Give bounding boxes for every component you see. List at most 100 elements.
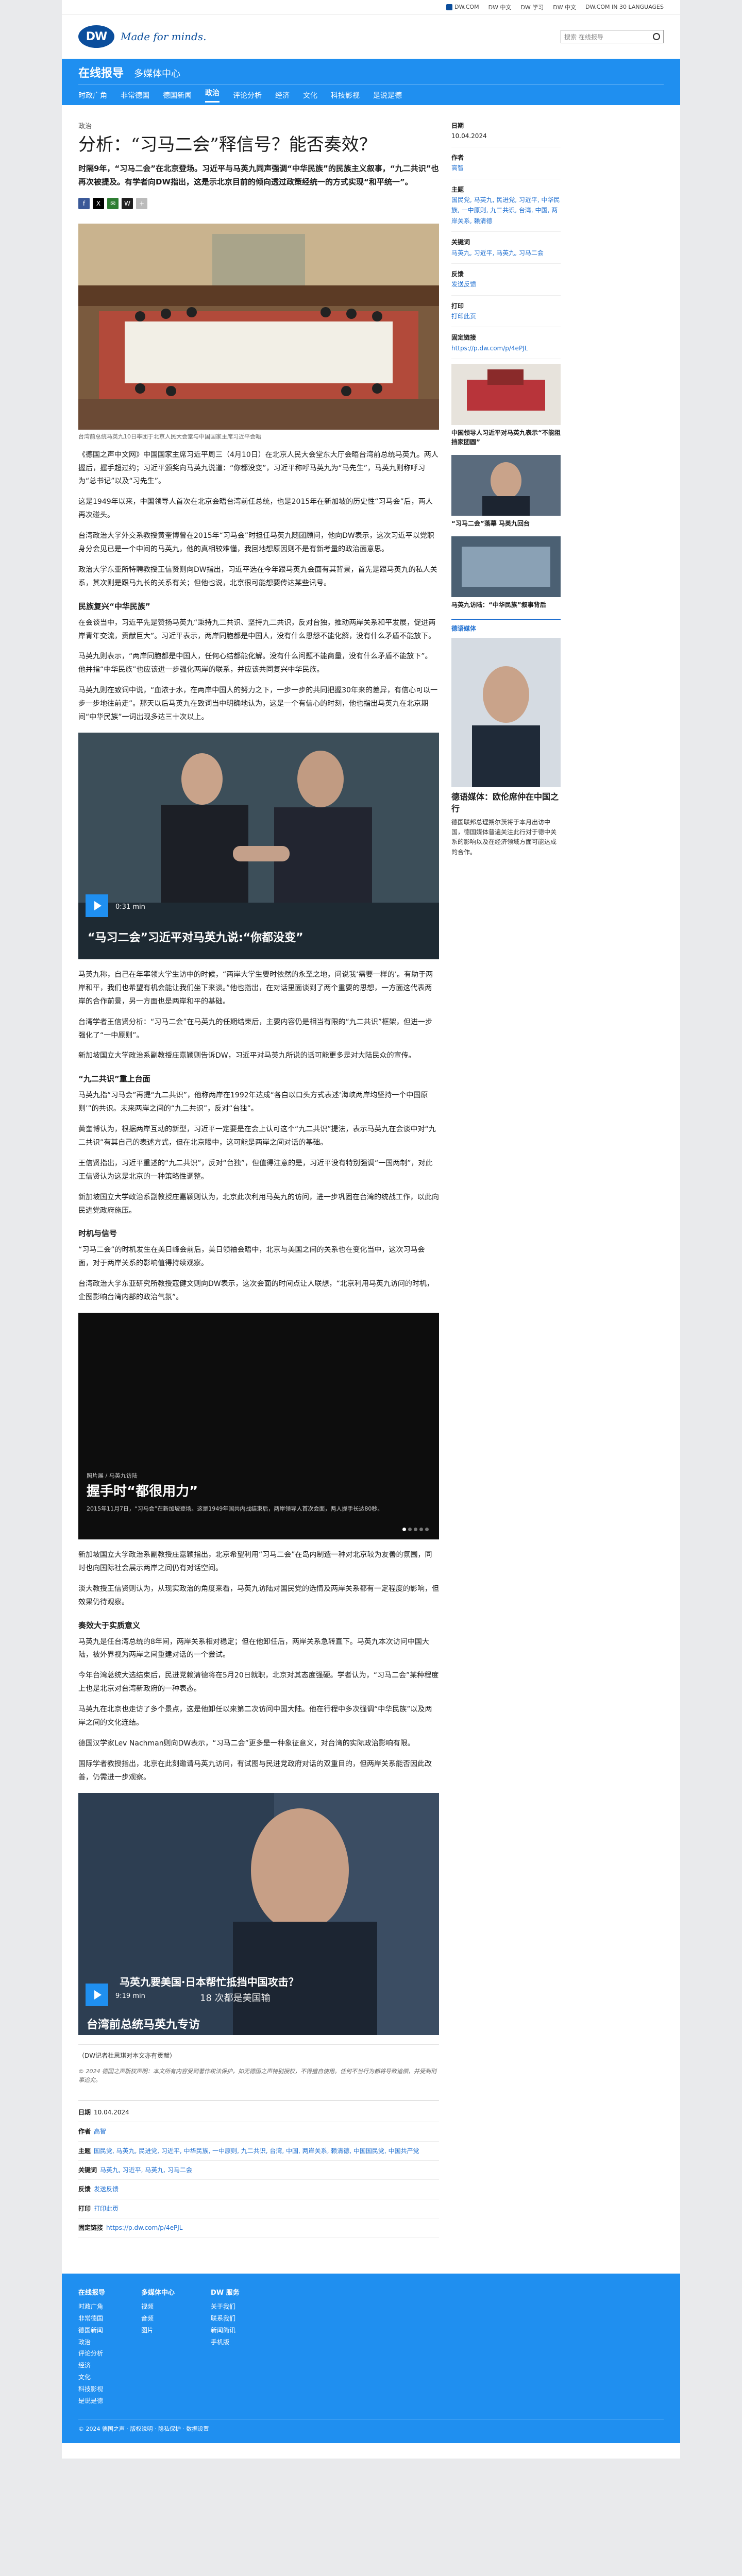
related-title[interactable]: “习马二会”落幕 马英九回台: [451, 519, 561, 528]
footer-link[interactable]: 德国新闻: [78, 2325, 105, 2336]
footer-link[interactable]: 评论分析: [78, 2348, 105, 2360]
video-player[interactable]: 0:31 min “马习二会”习近平对马英九说:“你都没变”: [78, 732, 439, 959]
footer-link[interactable]: 联系我们: [211, 2313, 240, 2325]
gallery-dot[interactable]: [425, 1527, 429, 1531]
sidebar-feedback-link[interactable]: 发送反馈: [451, 281, 476, 288]
nav-section-online[interactable]: 在线报导: [78, 64, 124, 80]
gallery-dot[interactable]: [408, 1527, 412, 1531]
footer-link[interactable]: 文化: [78, 2371, 105, 2383]
photo-gallery[interactable]: 照片展 / 马英九访陆 握手时“都很用力” 2015年11月7日，“习马会”在新…: [78, 1312, 439, 1539]
x-share-icon[interactable]: X: [93, 198, 104, 210]
paragraph: “习马二会”的时机发生在美日峰会前后，美日领袖会晤中，北京与美国之间的关系也在变…: [78, 1246, 425, 1268]
meta-date: 日期 10.04.2024: [78, 2107, 439, 2123]
sidebar-topics-links[interactable]: 国民党, 马英九, 民进党, 习近平, 中华民族, 一中原则, 九二共识, 台湾…: [451, 196, 560, 225]
search-input[interactable]: 搜索 在线报导: [561, 30, 664, 43]
article-meta: 日期 10.04.2024 作者 高智 主题 国民党, 马英九, 民进党, 习近平, …: [78, 2100, 439, 2238]
footer-link[interactable]: 图片: [141, 2325, 175, 2336]
meta-permalink-label: 固定链接: [78, 2224, 104, 2232]
copyright-notice: © 2024 德国之声版权声明：本文所有内容受到著作权法保护，如无德国之声特别授…: [78, 2067, 436, 2084]
footer-link[interactable]: 政治: [78, 2336, 105, 2348]
lead-figure: 台湾前总统马英九10日率团于北京人民大会堂与中国国家主席习近平会晤: [78, 224, 439, 442]
nav-item[interactable]: 时政广角: [78, 90, 107, 100]
nav-item[interactable]: 非常德国: [121, 90, 149, 100]
footer-link[interactable]: 新闻简讯: [211, 2325, 240, 2336]
gallery-title[interactable]: 握手时“都很用力”: [87, 1481, 198, 1500]
interview-video-player[interactable]: 马英九要美国·日本帮忙抵挡中国攻击？ 18 次都是美国输 9:19 min 台湾…: [78, 1792, 439, 2035]
meta-permalink: 固定链接 https://p.dw.com/p/4ePJL: [78, 2223, 439, 2238]
meta-author-link[interactable]: 高智: [94, 2128, 106, 2135]
meta-link-learn[interactable]: DW 学习: [520, 3, 544, 11]
related-thumb[interactable]: [451, 455, 561, 516]
sidebar-permalink: 固定链接 https://p.dw.com/p/4ePJL: [451, 332, 561, 360]
logo[interactable]: DW Made for minds.: [78, 25, 206, 48]
video-duration: 0:31 min: [115, 903, 145, 911]
nav-section-multimedia[interactable]: 多媒体中心: [134, 66, 180, 80]
footer-link[interactable]: 关于我们: [211, 2301, 240, 2313]
gallery-pager[interactable]: [402, 1527, 429, 1531]
meta-keywords-links[interactable]: 马英九, 习近平, 马英九, 习马二会: [100, 2166, 192, 2174]
meta-link-chinese[interactable]: DW 中文: [488, 3, 512, 11]
lead-image[interactable]: [78, 224, 439, 430]
feedback-link[interactable]: 发送反馈: [94, 2185, 119, 2193]
site-footer: 在线报导 时政广角 非常德国 德国新闻 政治 评论分析 经济 文化 科技影视 是…: [62, 2274, 680, 2444]
facebook-share-icon[interactable]: f: [78, 198, 90, 210]
dw-logo-icon[interactable]: DW: [78, 25, 114, 48]
sidebar-feature-title[interactable]: 德语媒体：欧伦席仲在中国之行: [451, 791, 561, 815]
article-kicker[interactable]: 政治: [78, 121, 439, 130]
permalink-link[interactable]: https://p.dw.com/p/4ePJL: [106, 2224, 182, 2231]
sidebar-print-link[interactable]: 打印此页: [451, 313, 476, 320]
email-share-icon[interactable]: ✉: [107, 198, 119, 210]
paragraph: 马英九指“习马会”再提“九二共识”，他称两岸在1992年达成“各自以口头方式表述…: [78, 1091, 428, 1113]
article: 政治 分析：“习马二会”释信号？能否奏效？ 时隔9年，“习马二会”在北京登场。习…: [78, 121, 439, 2253]
meeting-hall-image: [78, 224, 439, 430]
footer-link[interactable]: 是说是德: [78, 2395, 105, 2407]
nav-item[interactable]: 文化: [303, 90, 317, 100]
nav-item-active[interactable]: 政治: [205, 88, 220, 103]
footer-link[interactable]: 音频: [141, 2313, 175, 2325]
share-bar: f X ✉ W +: [78, 198, 439, 210]
sidebar-feature-text: 德国联邦总理朔尔茨将于本月出访中国，德国媒体普遍关注此行对于德中关系的影响以及在…: [451, 819, 557, 856]
footer-column-title: 在线报导: [78, 2289, 106, 2297]
print-link[interactable]: 打印此页: [94, 2205, 119, 2212]
meta-topics-links[interactable]: 国民党, 马英九, 民进党, 习近平, 中华民族, 一中原则, 九二共识, 台湾…: [94, 2147, 419, 2155]
gallery-tag: 照片展 / 马英九访陆: [87, 1472, 138, 1479]
nav-item[interactable]: 是说是德: [373, 90, 402, 100]
gallery-dot[interactable]: [414, 1527, 417, 1531]
sidebar: 日期 10.04.2024 作者 高智 主题 国民党, 马英九, 民进党, 习近平, …: [451, 121, 561, 2253]
more-share-icon[interactable]: +: [136, 198, 147, 210]
nav-item[interactable]: 经济: [275, 90, 290, 100]
meta-link-dwcom[interactable]: DW.COM: [446, 4, 479, 10]
footer-link[interactable]: 手机版: [211, 2336, 240, 2348]
footer-link[interactable]: 经济: [78, 2360, 105, 2371]
video-title[interactable]: 台湾前总统马英九专访: [87, 2015, 200, 2032]
sidebar-keywords-links[interactable]: 马英九, 习近平, 马英九, 习马二会: [451, 249, 544, 257]
subheading: “九二共识”重上台面: [78, 1074, 150, 1084]
meta-link-languages[interactable]: DW.COM IN 30 LANGUAGES: [585, 4, 664, 10]
footer-link[interactable]: 科技影视: [78, 2383, 105, 2395]
sidebar-permalink-link[interactable]: https://p.dw.com/p/4ePJL: [451, 345, 528, 352]
footer-link[interactable]: 时政广角: [78, 2301, 105, 2313]
sidebar-feedback-label: 反馈: [451, 270, 464, 278]
play-icon[interactable]: [86, 894, 108, 917]
sidebar-feature-image[interactable]: [451, 638, 561, 788]
related-thumb[interactable]: [451, 536, 561, 598]
whatsapp-share-icon[interactable]: W: [122, 198, 133, 210]
nav-item[interactable]: 德国新闻: [163, 90, 192, 100]
gallery-dot[interactable]: [419, 1527, 423, 1531]
related-image: [451, 364, 561, 426]
footer-link[interactable]: 视频: [141, 2301, 175, 2313]
meta-link-chinese-2[interactable]: DW 中文: [553, 3, 576, 11]
play-icon[interactable]: [86, 1983, 108, 2006]
sidebar-author-link[interactable]: 高智: [451, 164, 464, 172]
search-icon[interactable]: [653, 33, 660, 40]
nav-item[interactable]: 评论分析: [233, 90, 262, 100]
paragraph: 在会谈当中，习近平先是赞扬马英九“秉持九二共识、坚持九二共识，反对台独，推动两岸…: [78, 618, 436, 640]
gallery-dot-active[interactable]: [402, 1527, 406, 1531]
related-title[interactable]: 中国领导人习近平对马英九表示“不能阻挡家团圆”: [451, 428, 561, 447]
sidebar-author: 作者 高智: [451, 152, 561, 179]
related-thumb[interactable]: [451, 364, 561, 426]
video-title[interactable]: “马习二会”习近平对马英九说:“你都没变”: [88, 928, 303, 945]
nav-item[interactable]: 科技影视: [331, 90, 360, 100]
related-title[interactable]: 马英九访陆：“中华民族”叙事背后: [451, 600, 561, 609]
footer-link[interactable]: 非常德国: [78, 2313, 105, 2325]
